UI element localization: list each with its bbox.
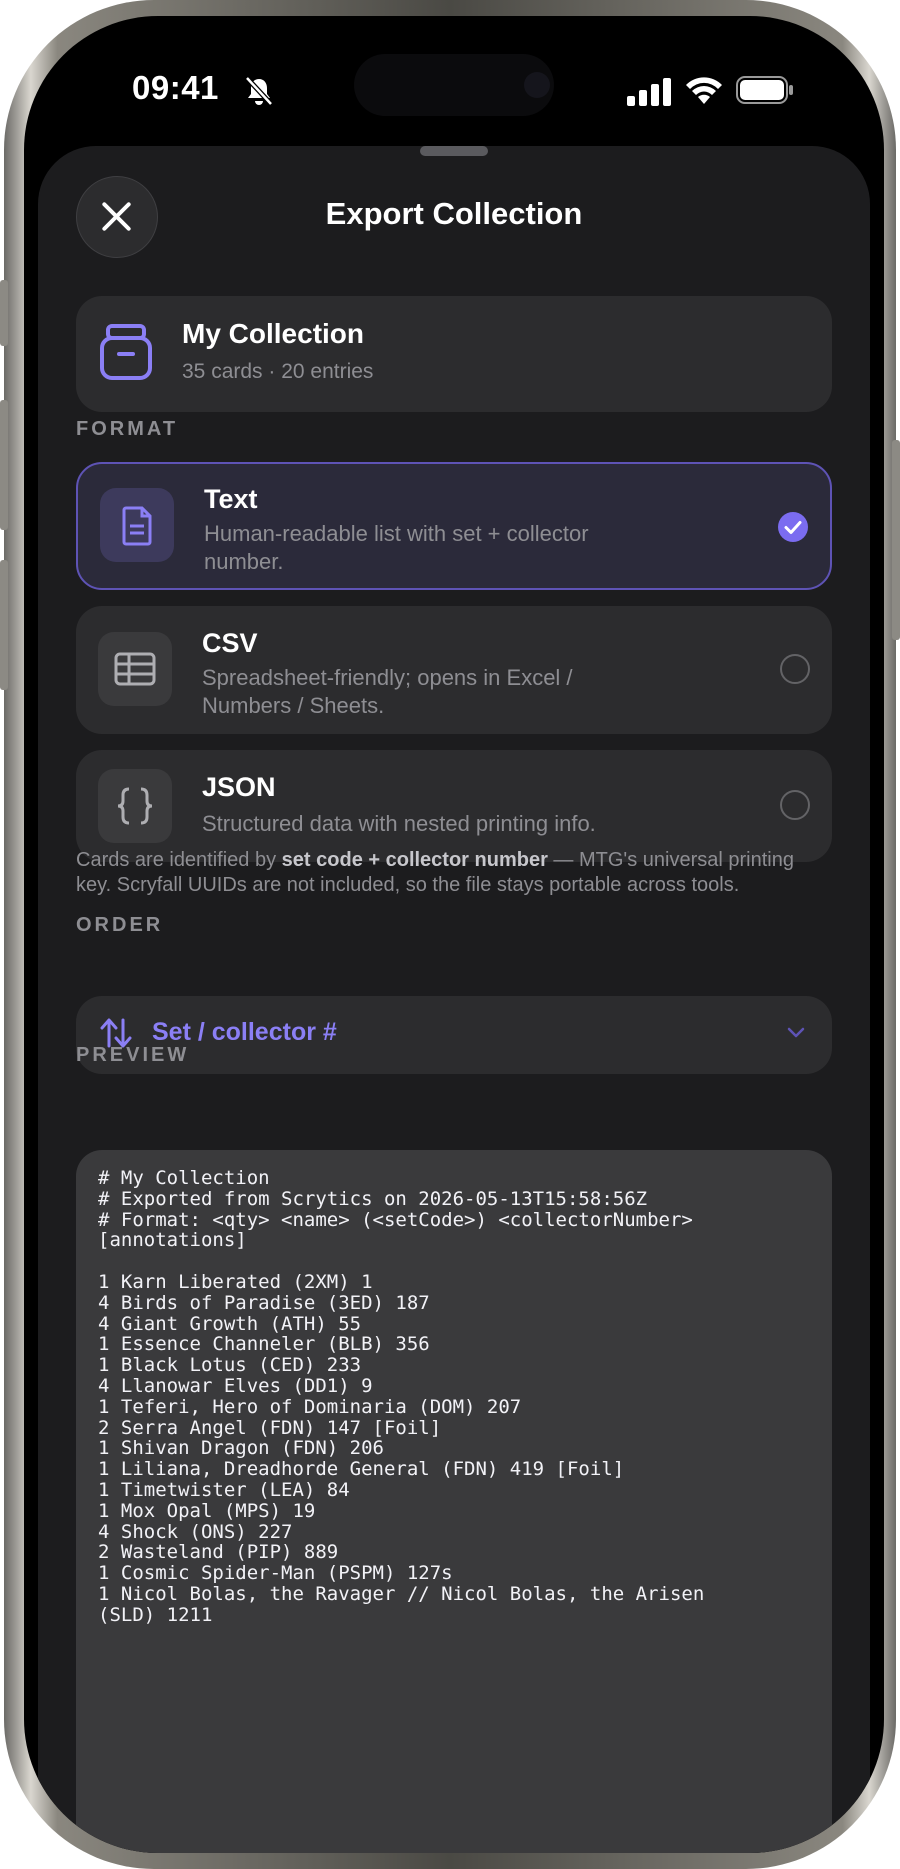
format-section-label: FORMAT xyxy=(76,418,179,440)
sheet-grabber[interactable] xyxy=(420,146,488,156)
preview-line: 1 Timetwister (LEA) 84 xyxy=(98,1478,350,1501)
preview-line: 4 Giant Growth (ATH) 55 xyxy=(98,1312,362,1335)
preview-line: 4 Llanowar Elves (DD1) 9 xyxy=(98,1374,373,1397)
power-button xyxy=(892,440,900,640)
note-text: Cards are identified by xyxy=(76,849,282,871)
status-time: 09:41 xyxy=(132,69,219,106)
screen: 09:41 Export Collection My Collection 35… xyxy=(24,16,884,1853)
collection-summary: 35 cards · 20 entries xyxy=(182,360,374,383)
format-radio-unselected[interactable] xyxy=(780,790,810,820)
preview-line: 1 Essence Channeler (BLB) 356 xyxy=(98,1333,430,1356)
preview-line: 1 Black Lotus (CED) 233 xyxy=(98,1354,362,1377)
archive-box-icon xyxy=(100,324,152,380)
format-option-title: CSV xyxy=(202,628,258,658)
order-section-label: ORDER xyxy=(76,914,164,936)
preview-line: 1 Teferi, Hero of Dominaria (DOM) 207 xyxy=(98,1395,522,1418)
format-option-json[interactable]: JSON Structured data with nested printin… xyxy=(76,750,832,862)
status-bar: 09:41 xyxy=(24,16,884,136)
format-option-description: Spreadsheet-friendly; opens in Excel / N… xyxy=(202,665,573,718)
format-option-title: Text xyxy=(204,484,258,514)
preview-line: (SLD) 1211 xyxy=(98,1603,213,1626)
order-select[interactable]: Set / collector # xyxy=(76,996,832,1074)
preview-line: 1 Nicol Bolas, the Ravager // Nicol Bola… xyxy=(98,1582,705,1605)
preview-line: 2 Wasteland (PIP) 889 xyxy=(98,1541,339,1564)
format-icon-box xyxy=(100,488,174,562)
format-icon-box xyxy=(98,632,172,706)
braces-icon xyxy=(117,787,153,825)
document-icon xyxy=(122,506,152,546)
order-value: Set / collector # xyxy=(152,1018,337,1046)
preview-line: 1 Liliana, Dreadhorde General (FDN) 419 … xyxy=(98,1458,625,1481)
format-icon-box xyxy=(98,769,172,843)
volume-up-button xyxy=(0,400,8,530)
format-option-description: Human-readable list with set + collector… xyxy=(204,521,589,574)
preview-line: 1 Karn Liberated (2XM) 1 xyxy=(98,1270,373,1293)
camera-dot xyxy=(524,72,550,98)
sheet-title: Export Collection xyxy=(325,196,583,231)
preview-line: # Format: <qty> <name> (<setCode>) <coll… xyxy=(98,1208,693,1231)
identification-note: Cards are identified by set code + colle… xyxy=(76,848,832,898)
preview-line: # My Collection xyxy=(98,1167,270,1189)
format-radio-selected[interactable] xyxy=(778,512,808,542)
collection-card: My Collection 35 cards · 20 entries xyxy=(76,296,832,412)
preview-line: [annotations] xyxy=(98,1229,247,1252)
preview-line: 1 Shivan Dragon (FDN) 206 xyxy=(98,1437,384,1460)
note-emphasis: set code + collector number xyxy=(281,849,548,871)
format-option-title: JSON xyxy=(202,772,276,802)
preview-line: 1 Mox Opal (MPS) 19 xyxy=(98,1499,316,1522)
preview-text: # My Collection # Exported from Scrytics … xyxy=(98,1168,818,1626)
preview-line: 4 Shock (ONS) 227 xyxy=(98,1520,293,1543)
action-button xyxy=(0,280,8,346)
preview-line: 4 Birds of Paradise (3ED) 187 xyxy=(98,1291,430,1314)
volume-down-button xyxy=(0,560,8,690)
collection-name: My Collection xyxy=(182,318,365,349)
preview-section-label: PREVIEW xyxy=(76,1044,190,1066)
format-option-text[interactable]: Text Human-readable list with set + coll… xyxy=(76,462,832,590)
format-option-description: Structured data with nested printing inf… xyxy=(202,811,596,836)
battery-icon xyxy=(736,76,793,104)
chevron-down-icon xyxy=(787,1027,805,1038)
preview-box[interactable]: # My Collection # Exported from Scrytics … xyxy=(76,1150,832,1853)
preview-line: 1 Cosmic Spider-Man (PSPM) 127s xyxy=(98,1562,453,1585)
wifi-icon xyxy=(686,77,722,104)
checkmark-icon xyxy=(784,521,802,534)
preview-line: 2 Serra Angel (FDN) 147 [Foil] xyxy=(98,1416,442,1439)
preview-line xyxy=(98,1251,818,1272)
format-option-csv[interactable]: CSV Spreadsheet-friendly; opens in Excel… xyxy=(76,606,832,734)
format-radio-unselected[interactable] xyxy=(780,654,810,684)
phone-frame: 09:41 Export Collection My Collection 35… xyxy=(0,0,900,1869)
signal-icon xyxy=(627,78,671,106)
table-icon xyxy=(114,652,156,686)
export-sheet: Export Collection My Collection 35 cards… xyxy=(38,146,870,1853)
bell-slash-icon xyxy=(245,76,273,106)
preview-line: # Exported from Scrytics on 2026-05-13T1… xyxy=(98,1187,648,1210)
